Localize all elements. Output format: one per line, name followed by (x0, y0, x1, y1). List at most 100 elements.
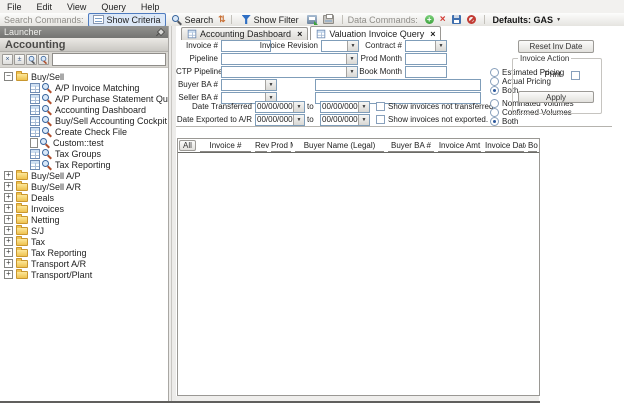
tree-folder-transport-ar[interactable]: Transport A/R (4, 258, 168, 269)
chevron-down-icon[interactable] (358, 115, 369, 125)
folder-icon (16, 238, 28, 246)
tree-folder-sj[interactable]: S/J (4, 225, 168, 236)
tree-item-ap-purchase-statement-query[interactable]: A/P Purchase Statement Query (4, 93, 168, 104)
column-header-buyer-ba[interactable]: Buyer BA # (386, 140, 436, 152)
sort-icon[interactable] (218, 15, 226, 24)
expand-icon[interactable] (4, 204, 13, 213)
expand-all-button[interactable]: ± (14, 54, 25, 65)
chevron-down-icon[interactable] (293, 115, 304, 125)
column-header-invoice-amt[interactable]: Invoice Amt (436, 140, 483, 152)
apply-button[interactable]: Apply (518, 91, 594, 103)
select-all-button[interactable]: All (179, 140, 196, 151)
show-not-transferred-checkbox[interactable] (376, 102, 385, 111)
expand-icon[interactable] (4, 182, 13, 191)
buyer-ba-name-input[interactable] (315, 79, 481, 91)
tab-close-icon[interactable] (297, 29, 302, 39)
launcher-header: Accounting (0, 38, 168, 52)
expand-icon[interactable] (4, 215, 13, 224)
invoice-action-groupbox: Invoice Action Print Apply (512, 58, 602, 114)
tree-folder-transport-plant[interactable]: Transport/Plant (4, 269, 168, 280)
menu-view[interactable]: View (67, 2, 86, 12)
tree-item-tax-groups[interactable]: Tax Groups (4, 148, 168, 159)
add-icon[interactable] (425, 15, 434, 24)
column-header-buyer-name[interactable]: Buyer Name (Legal) (293, 140, 386, 152)
save-icon[interactable] (452, 15, 461, 24)
find-button[interactable] (26, 54, 37, 65)
chevron-down-icon[interactable] (358, 102, 369, 112)
menu-query[interactable]: Query (101, 2, 126, 12)
grid-header-row: All Invoice # Rev. Prod Mo Buyer Name (L… (178, 139, 539, 153)
launcher-filter-input[interactable] (52, 53, 166, 66)
tree-item-tax-reporting-query[interactable]: Tax Reporting (4, 159, 168, 170)
date-transferred-to[interactable]: 00/00/0000 (320, 101, 370, 113)
chevron-down-icon[interactable] (435, 41, 446, 51)
column-header-invoice-number[interactable]: Invoice # (198, 140, 253, 152)
show-filter-button[interactable]: Show Filter (237, 13, 304, 27)
tab-close-icon[interactable] (430, 29, 435, 39)
radio-volumes-both[interactable]: Both (490, 116, 518, 126)
date-exported-to[interactable]: 00/00/0000 (320, 114, 370, 126)
print-icon[interactable] (323, 15, 334, 24)
show-not-exported-label: Show invoices not exported. (388, 115, 488, 125)
tree-item-create-check-file[interactable]: Create Check File (4, 126, 168, 137)
expand-icon[interactable] (4, 259, 13, 268)
expand-icon[interactable] (4, 193, 13, 202)
pin-icon[interactable] (157, 28, 165, 36)
tree-folder-buysell[interactable]: Buy/Sell (4, 71, 168, 82)
menu-help[interactable]: Help (141, 2, 160, 12)
tree-folder-buysell-ap[interactable]: Buy/Sell A/P (4, 170, 168, 181)
column-header-invoice-date[interactable]: Invoice Date (483, 140, 526, 152)
date-transferred-from[interactable]: 00/00/0000 (255, 101, 305, 113)
tree-item-accounting-dashboard[interactable]: Accounting Dashboard (4, 104, 168, 115)
export-icon[interactable] (307, 15, 317, 24)
buyer-ba-label: Buyer BA # (176, 79, 218, 91)
show-not-exported-checkbox[interactable] (376, 115, 385, 124)
contract-number-combo[interactable] (405, 40, 447, 52)
search-clear-icon (40, 55, 47, 64)
date-exported-from[interactable]: 00/00/0000 (255, 114, 305, 126)
folder-icon (16, 271, 28, 279)
column-header-prod-mo[interactable]: Prod Mo (269, 140, 293, 152)
prod-month-input[interactable] (405, 53, 447, 65)
expand-icon[interactable] (4, 171, 13, 180)
expand-icon[interactable] (4, 226, 13, 235)
chevron-down-icon[interactable] (265, 80, 276, 90)
reset-inv-date-button[interactable]: Reset Inv Date (518, 40, 594, 53)
show-criteria-button[interactable]: Show Criteria (88, 13, 166, 27)
tree-item-custom-test[interactable]: Custom::test (4, 137, 168, 148)
column-header-rev[interactable]: Rev. (253, 140, 269, 152)
launcher-toolbar: × ± (0, 52, 168, 68)
invoice-number-label: Invoice # (176, 40, 218, 52)
clear-find-button[interactable] (38, 54, 49, 65)
print-checkbox[interactable] (571, 71, 580, 80)
tab-accounting-dashboard[interactable]: Accounting Dashboard (181, 27, 308, 40)
tree-folder-tax[interactable]: Tax (4, 236, 168, 247)
criteria-results-divider (176, 126, 612, 127)
menu-file[interactable]: File (7, 2, 22, 12)
buyer-ba-combo[interactable] (221, 79, 277, 91)
expand-icon[interactable] (4, 248, 13, 257)
tree-folder-buysell-ar[interactable]: Buy/Sell A/R (4, 181, 168, 192)
search-button[interactable]: Search (166, 13, 219, 27)
delete-icon[interactable] (440, 15, 446, 25)
collapse-icon[interactable] (4, 72, 13, 81)
collapse-all-button[interactable]: × (2, 54, 13, 65)
tree-folder-invoices[interactable]: Invoices (4, 203, 168, 214)
tree-folder-netting[interactable]: Netting (4, 214, 168, 225)
column-header-book-month-clipped[interactable]: Bo (526, 140, 539, 152)
query-search-icon (39, 137, 50, 148)
expand-icon[interactable] (4, 270, 13, 279)
tree-folder-tax-reporting[interactable]: Tax Reporting (4, 247, 168, 258)
book-month-input[interactable] (405, 66, 447, 78)
tab-valuation-invoice-query[interactable]: Valuation Invoice Query (310, 26, 441, 40)
folder-icon (16, 205, 28, 213)
defaults-dropdown[interactable]: Defaults: GAS (493, 15, 561, 25)
expand-icon[interactable] (4, 237, 13, 246)
tree-item-ap-invoice-matching[interactable]: A/P Invoice Matching (4, 82, 168, 93)
menu-edit[interactable]: Edit (37, 2, 53, 12)
folder-icon (16, 73, 28, 81)
chevron-down-icon[interactable] (293, 102, 304, 112)
tree-item-buysell-accounting-cockpit[interactable]: Buy/Sell Accounting Cockpit (4, 115, 168, 126)
cancel-icon[interactable] (467, 15, 476, 24)
tree-folder-deals[interactable]: Deals (4, 192, 168, 203)
